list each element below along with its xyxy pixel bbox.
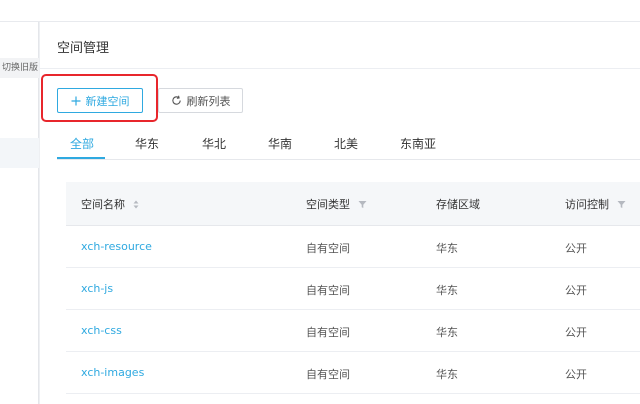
storage-region-cell: 华东 bbox=[436, 368, 458, 381]
refresh-list-label: 刷新列表 bbox=[186, 94, 231, 108]
header-access-control: 访问控制 bbox=[565, 196, 626, 212]
top-bar bbox=[0, 0, 640, 22]
filter-icon[interactable] bbox=[358, 200, 367, 209]
access-control-cell: 公开 bbox=[565, 368, 587, 381]
space-name-link[interactable]: xch-css bbox=[81, 324, 122, 337]
page-title: 空间管理 bbox=[57, 41, 110, 56]
tab-all[interactable]: 全部 bbox=[70, 135, 94, 152]
sidebar: 切换旧版 bbox=[0, 22, 39, 404]
space-type-cell: 自有空间 bbox=[306, 242, 350, 255]
storage-region-cell: 华东 bbox=[436, 326, 458, 339]
header-space-name[interactable]: 空间名称 bbox=[81, 196, 139, 212]
new-space-label: 新建空间 bbox=[85, 94, 130, 108]
access-control-cell: 公开 bbox=[565, 242, 587, 255]
title-divider bbox=[40, 68, 640, 69]
tabs-divider bbox=[57, 159, 640, 160]
table-row: xch-images 自有空间 华东 公开 bbox=[66, 352, 640, 394]
active-tab-indicator bbox=[57, 157, 105, 159]
tab-east-china[interactable]: 华东 bbox=[135, 135, 159, 152]
tab-north-america[interactable]: 北美 bbox=[334, 135, 358, 152]
access-control-cell: 公开 bbox=[565, 326, 587, 339]
region-tabs: 全部 华东 华北 华南 北美 东南亚 bbox=[57, 130, 640, 160]
storage-region-cell: 华东 bbox=[436, 242, 458, 255]
refresh-list-button[interactable]: 刷新列表 bbox=[158, 88, 243, 113]
switch-old-version-link[interactable]: 切换旧版 bbox=[0, 58, 39, 78]
refresh-icon bbox=[171, 95, 182, 106]
header-storage-region: 存储区域 bbox=[436, 198, 480, 211]
table-header: 空间名称 空间类型 存储区域 访问控制 bbox=[66, 182, 640, 226]
space-type-cell: 自有空间 bbox=[306, 326, 350, 339]
header-space-type: 空间类型 bbox=[306, 196, 367, 212]
space-name-link[interactable]: xch-images bbox=[81, 366, 144, 379]
tab-southeast-asia[interactable]: 东南亚 bbox=[400, 135, 436, 152]
filter-icon[interactable] bbox=[617, 200, 626, 209]
table-row: xch-resource 自有空间 华东 公开 bbox=[66, 226, 640, 268]
tab-north-china[interactable]: 华北 bbox=[202, 135, 226, 152]
space-name-link[interactable]: xch-js bbox=[81, 282, 113, 295]
new-space-button[interactable]: 新建空间 bbox=[57, 88, 143, 113]
access-control-cell: 公开 bbox=[565, 284, 587, 297]
space-type-cell: 自有空间 bbox=[306, 368, 350, 381]
table-row: xch-css 自有空间 华东 公开 bbox=[66, 310, 640, 352]
sort-icon[interactable] bbox=[133, 200, 139, 209]
tab-south-china[interactable]: 华南 bbox=[268, 135, 292, 152]
space-name-link[interactable]: xch-resource bbox=[81, 240, 152, 253]
space-table: 空间名称 空间类型 存储区域 访问控制 xch-resource 自有空间 华东… bbox=[66, 182, 640, 404]
sidebar-active-item[interactable] bbox=[0, 138, 39, 168]
storage-region-cell: 华东 bbox=[436, 284, 458, 297]
main-panel: 空间管理 新建空间 刷新列表 全部 华东 华北 华南 北美 东南亚 空间名称 空… bbox=[40, 22, 640, 404]
plus-icon bbox=[71, 96, 81, 106]
space-type-cell: 自有空间 bbox=[306, 284, 350, 297]
table-row: xch-js 自有空间 华东 公开 bbox=[66, 268, 640, 310]
